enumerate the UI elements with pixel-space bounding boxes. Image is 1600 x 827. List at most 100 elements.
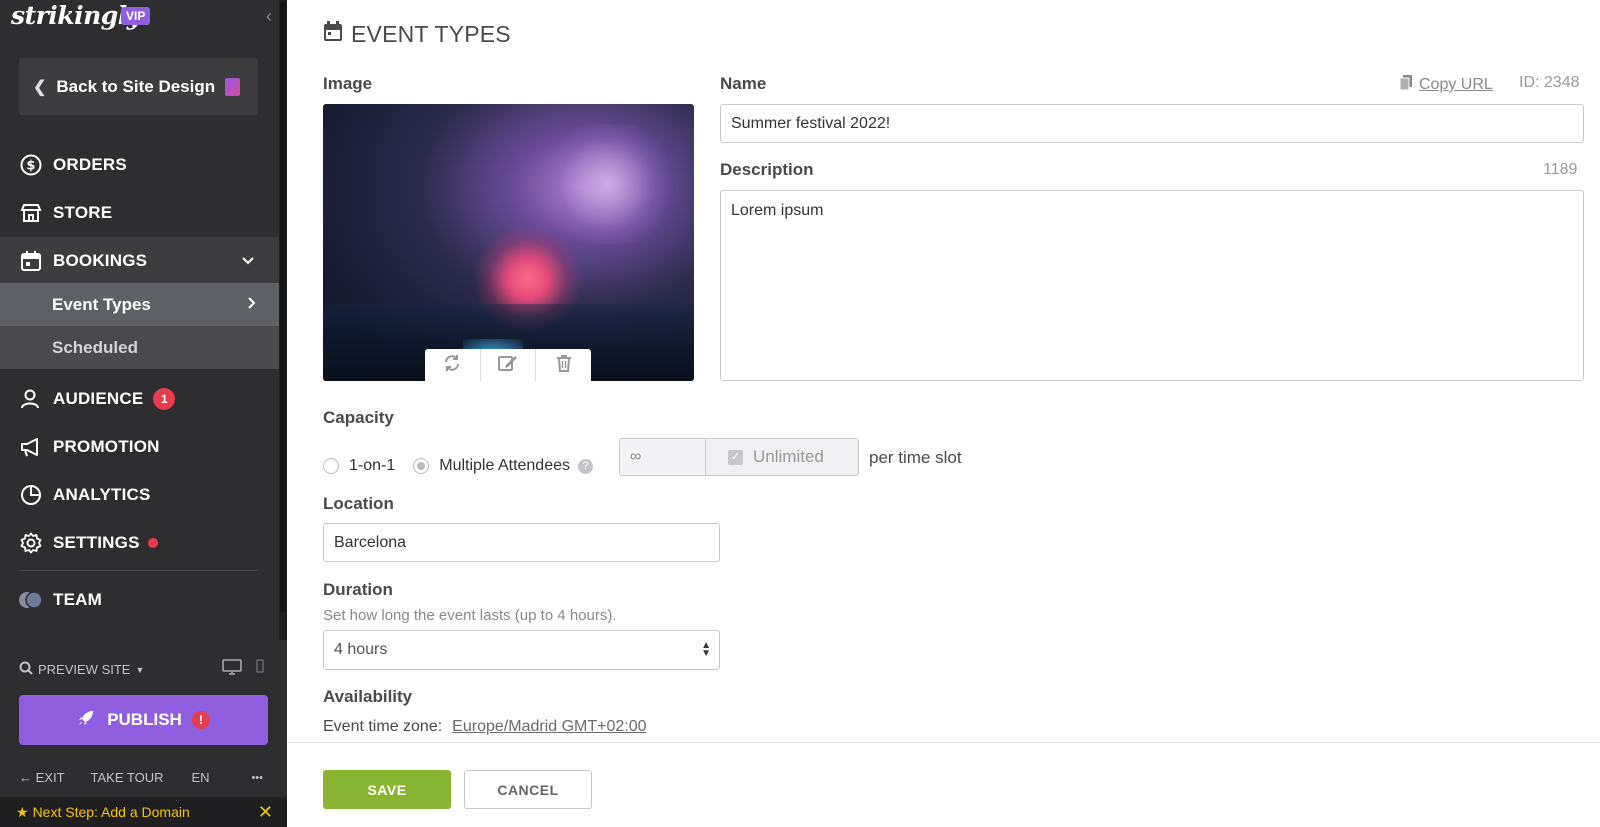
nav-store-label: STORE — [53, 203, 113, 222]
help-icon[interactable]: ? — [578, 458, 593, 474]
nav-audience[interactable]: AUDIENCE 1 — [0, 375, 279, 423]
megaphone-icon — [19, 435, 43, 459]
capacity-one-radio[interactable] — [323, 458, 339, 474]
name-input[interactable]: Summer festival 2022! — [720, 104, 1584, 143]
nav-analytics[interactable]: ANALYTICS — [0, 471, 279, 519]
capacity-one-label[interactable]: 1-on-1 — [349, 457, 395, 475]
nav-bookings-label: BOOKINGS — [53, 251, 148, 270]
preview-site-label: PREVIEW SITE — [38, 662, 131, 677]
exit-link[interactable]: ← EXIT — [19, 770, 65, 785]
nav-promotion[interactable]: PROMOTION — [0, 423, 279, 471]
sidebar-divider — [19, 570, 258, 571]
take-tour-link[interactable]: TAKE TOUR — [91, 770, 164, 785]
publish-label: PUBLISH — [107, 710, 182, 729]
timezone-link[interactable]: Europe/Madrid GMT+02:00 — [452, 718, 646, 736]
delete-image-button[interactable] — [536, 349, 591, 381]
nav-orders-label: ORDERS — [53, 155, 127, 174]
svg-text:$: $ — [26, 159, 35, 174]
publish-warning-icon: ! — [191, 711, 210, 729]
trash-icon — [556, 354, 572, 377]
capacity-label: Capacity — [323, 408, 394, 427]
search-icon — [19, 661, 33, 678]
select-arrows-icon: ▲ ▼ — [701, 640, 711, 659]
copy-icon — [1399, 74, 1413, 96]
duration-select-value: 4 hours — [334, 641, 388, 658]
location-label: Location — [323, 494, 394, 513]
cancel-button[interactable]: CANCEL — [464, 770, 592, 809]
capacity-multi-radio[interactable] — [413, 458, 430, 474]
sub-event-types-label: Event Types — [52, 294, 151, 314]
exit-label: EXIT — [35, 770, 65, 785]
nav-team[interactable]: TEAM — [0, 576, 279, 624]
chevron-down-icon — [241, 251, 255, 271]
unlimited-toggle[interactable]: ✓ Unlimited — [706, 439, 858, 475]
team-avatar-icon — [19, 588, 43, 612]
timezone-label: Event time zone: — [323, 718, 443, 735]
description-char-count: 1189 — [1543, 161, 1578, 178]
back-to-site-design-button[interactable]: ❮ Back to Site Design — [19, 58, 258, 115]
sub-event-types[interactable]: Event Types — [0, 283, 279, 326]
caret-down-icon: ▼ — [135, 664, 145, 675]
store-icon — [19, 201, 43, 225]
capacity-options: 1-on-1 Multiple Attendees ? — [323, 448, 593, 484]
nav-promotion-label: PROMOTION — [53, 437, 160, 456]
users-icon — [19, 387, 43, 411]
nav-settings[interactable]: SETTINGS — [0, 519, 279, 567]
duration-label: Duration — [323, 580, 393, 599]
page-title: EVENT TYPES — [323, 20, 511, 48]
desktop-icon[interactable] — [222, 659, 242, 678]
capacity-multi-label[interactable]: Multiple Attendees — [439, 457, 570, 475]
vip-badge: VIP — [121, 7, 151, 25]
rocket-icon — [77, 709, 95, 732]
sub-scheduled-label: Scheduled — [52, 337, 138, 357]
dollar-circle-icon: $ — [19, 153, 43, 177]
preview-site-dropdown[interactable]: PREVIEW SITE ▼ — [19, 661, 144, 678]
arrow-left-icon: ← — [19, 770, 36, 785]
replace-image-button[interactable] — [425, 349, 481, 381]
close-icon[interactable]: ✕ — [258, 802, 273, 823]
nav-bookings[interactable]: BOOKINGS — [0, 237, 279, 285]
next-step-banner[interactable]: ★ Next Step: Add a Domain ✕ — [0, 797, 287, 827]
sidebar-scrollbar[interactable] — [279, 0, 287, 640]
page-title-text: EVENT TYPES — [351, 20, 511, 47]
language-selector[interactable]: EN — [192, 770, 210, 785]
action-bar: SAVE CANCEL — [287, 742, 1600, 827]
sub-scheduled[interactable]: Scheduled — [0, 326, 279, 369]
audience-count-badge: 1 — [153, 388, 176, 410]
chevron-right-icon — [247, 295, 257, 315]
image-label: Image — [323, 74, 373, 93]
refresh-icon — [443, 354, 461, 377]
unlimited-label: Unlimited — [753, 447, 824, 466]
copy-url-link[interactable]: Copy URL — [1399, 74, 1493, 96]
nav-store[interactable]: STORE — [0, 189, 279, 237]
site-document-icon — [225, 77, 240, 96]
capacity-value-input[interactable]: ∞ — [620, 439, 706, 475]
mobile-icon[interactable] — [256, 659, 264, 678]
nav-audience-label: AUDIENCE — [53, 389, 144, 408]
back-button-label: Back to Site Design — [56, 76, 216, 96]
calendar-icon — [19, 249, 43, 273]
save-button[interactable]: SAVE — [323, 770, 451, 809]
duration-select[interactable]: 4 hours ▲ ▼ — [323, 630, 720, 670]
bookings-submenu: Event Types Scheduled — [0, 283, 279, 369]
event-image[interactable] — [323, 104, 694, 381]
location-input[interactable]: Barcelona — [323, 523, 720, 562]
calendar-icon — [323, 20, 343, 48]
duration-hint: Set how long the event lasts (up to 4 ho… — [323, 607, 617, 624]
sidebar-scroll-thumb[interactable] — [280, 2, 286, 612]
nav-team-label: TEAM — [53, 590, 102, 609]
pie-chart-icon — [19, 483, 43, 507]
name-label: Name — [720, 74, 767, 93]
timezone-row: Event time zone: Europe/Madrid GMT+02:00 — [323, 718, 647, 736]
event-id: ID: 2348 — [1519, 74, 1580, 91]
nav-orders[interactable]: $ ORDERS — [0, 141, 279, 189]
description-textarea[interactable]: Lorem ipsum — [720, 190, 1584, 381]
capacity-input-group: ∞ ✓ Unlimited — [619, 438, 859, 476]
more-options-icon[interactable]: ••• — [251, 772, 263, 784]
publish-button[interactable]: PUBLISH ! — [19, 695, 268, 745]
edit-image-button[interactable] — [481, 349, 537, 381]
checkbox-checked-icon: ✓ — [728, 449, 743, 465]
image-toolbar — [425, 349, 591, 381]
collapse-sidebar-icon[interactable]: ‹ — [266, 6, 272, 27]
nav-settings-label: SETTINGS — [53, 533, 140, 552]
